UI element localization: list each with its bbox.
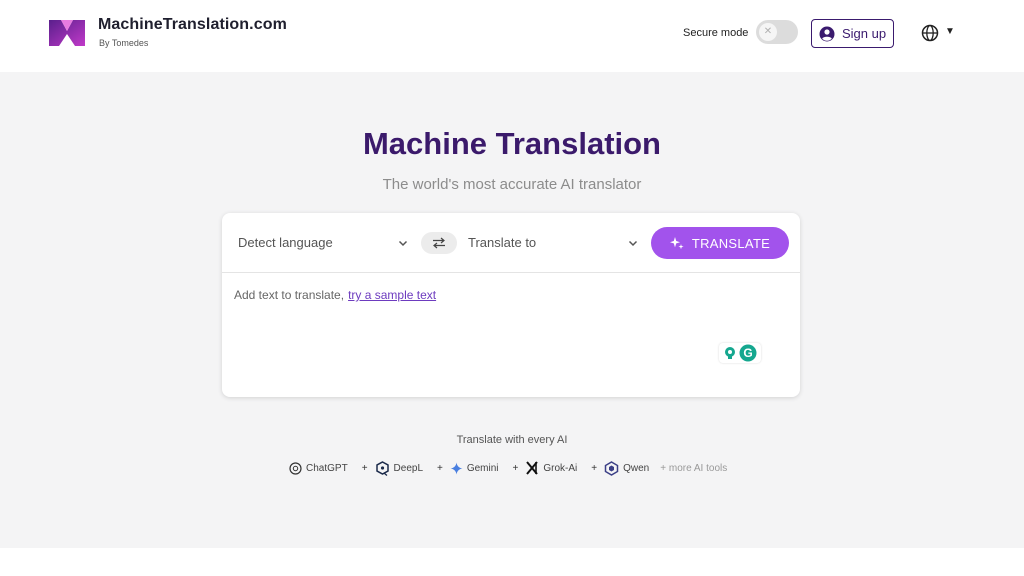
translate-button[interactable]: TRANSLATE bbox=[651, 227, 789, 259]
target-language-label: Translate to bbox=[468, 235, 537, 250]
globe-icon[interactable] bbox=[921, 24, 939, 42]
main-content: Machine Translation The world's most acc… bbox=[0, 72, 1024, 548]
ai-tool-chatgpt[interactable]: ChatGPT bbox=[289, 461, 348, 475]
gemini-icon bbox=[450, 462, 463, 474]
ai-tool-deepl[interactable]: DeepL bbox=[375, 460, 423, 476]
swap-languages-button[interactable] bbox=[421, 232, 457, 254]
footer-strip bbox=[0, 548, 1024, 576]
chevron-down-icon bbox=[628, 240, 638, 247]
ai-tool-label: Qwen bbox=[623, 462, 650, 474]
brand-name[interactable]: MachineTranslation.com bbox=[98, 16, 287, 34]
text-input-area[interactable]: Add text to translate, try a sample text bbox=[234, 288, 436, 302]
ai-tool-label: Gemini bbox=[466, 462, 499, 474]
source-language-select[interactable]: Detect language bbox=[238, 235, 408, 250]
secure-mode-toggle[interactable]: ✕ bbox=[756, 20, 798, 44]
plus-separator: + bbox=[361, 462, 368, 474]
sign-up-button[interactable]: Sign up bbox=[811, 19, 894, 48]
grok-icon bbox=[526, 461, 539, 475]
translator-panel: Detect language Translate to TRANSLATE A… bbox=[222, 213, 800, 397]
chatgpt-icon bbox=[289, 461, 302, 475]
swap-arrows-icon bbox=[433, 237, 445, 249]
sign-up-label: Sign up bbox=[842, 26, 887, 41]
top-header: MachineTranslation.com By Tomedes Secure… bbox=[0, 0, 1024, 72]
more-ai-tools-link[interactable]: + more AI tools bbox=[660, 463, 727, 474]
caret-down-icon[interactable]: ▼ bbox=[945, 26, 955, 37]
deepl-icon bbox=[375, 460, 389, 476]
qwen-icon bbox=[604, 460, 619, 476]
ai-tool-label: DeepL bbox=[393, 462, 423, 474]
plus-separator: + bbox=[512, 462, 519, 474]
ai-tools-row: ChatGPT + DeepL + Gemini + Grok-Ai + Qwe… bbox=[289, 460, 727, 476]
source-language-label: Detect language bbox=[238, 235, 333, 250]
grammarly-widget[interactable]: G bbox=[719, 343, 761, 363]
grammarly-icon: G bbox=[739, 344, 757, 362]
input-placeholder: Add text to translate, bbox=[234, 288, 345, 302]
ai-tools-heading: Translate with every AI bbox=[456, 434, 568, 446]
page-title: Machine Translation bbox=[362, 126, 661, 161]
plus-separator: + bbox=[437, 462, 443, 474]
page-subtitle: The world's most accurate AI translator bbox=[382, 176, 642, 193]
try-sample-link[interactable]: try a sample text bbox=[348, 288, 436, 302]
target-language-select[interactable]: Translate to bbox=[468, 235, 638, 250]
toggle-off-icon: ✕ bbox=[759, 23, 777, 41]
brand-subtitle: By Tomedes bbox=[99, 38, 149, 48]
ai-tool-label: ChatGPT bbox=[306, 462, 348, 474]
svg-text:G: G bbox=[743, 346, 752, 360]
secure-mode-label: Secure mode bbox=[683, 27, 749, 39]
ai-tool-label: Grok-Ai bbox=[543, 462, 578, 474]
logo-icon[interactable] bbox=[47, 18, 87, 48]
lightbulb-icon bbox=[725, 347, 735, 359]
ai-tool-grok[interactable]: Grok-Ai bbox=[525, 461, 577, 475]
sparkle-icon bbox=[669, 237, 684, 250]
chevron-down-icon bbox=[398, 240, 408, 247]
ai-tool-gemini[interactable]: Gemini bbox=[450, 462, 499, 475]
user-icon bbox=[819, 26, 835, 41]
plus-separator: + bbox=[591, 462, 598, 474]
translate-label: TRANSLATE bbox=[691, 235, 771, 251]
language-bar: Detect language Translate to TRANSLATE bbox=[222, 213, 800, 273]
ai-tool-qwen[interactable]: Qwen bbox=[604, 460, 650, 476]
